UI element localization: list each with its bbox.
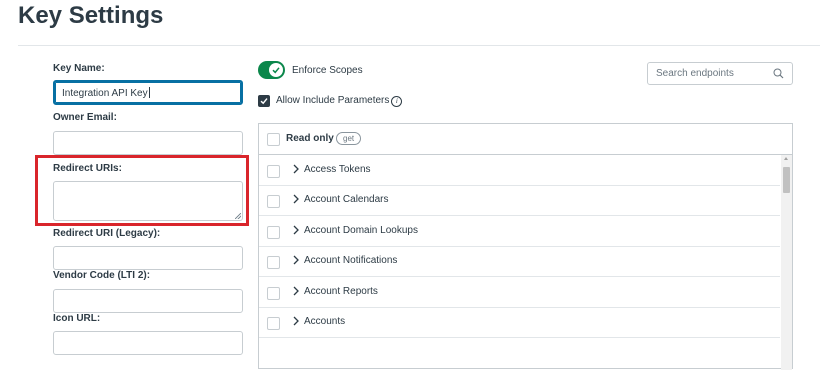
scope-checkbox[interactable]	[267, 256, 280, 269]
chevron-right-icon[interactable]	[293, 255, 299, 265]
chevron-right-icon[interactable]	[293, 316, 299, 326]
scope-panel: Read only get Access Tokens Account Cale…	[258, 123, 793, 370]
scope-row-access-tokens[interactable]: Access Tokens	[259, 155, 780, 186]
chevron-right-icon[interactable]	[293, 164, 299, 174]
icon-url-input[interactable]	[53, 331, 243, 355]
redirect-uri-legacy-input[interactable]	[53, 246, 243, 270]
scope-label: Account Reports	[304, 286, 378, 297]
page-title: Key Settings	[18, 2, 164, 29]
read-only-row: Read only get	[259, 124, 792, 155]
info-icon[interactable]: i	[391, 96, 403, 107]
scope-list-scrollbar[interactable]	[781, 155, 792, 370]
scope-row-account-reports[interactable]: Account Reports	[259, 277, 780, 308]
scope-checkbox[interactable]	[267, 287, 280, 300]
checkmark-icon	[272, 67, 280, 74]
redirect-uri-legacy-label: Redirect URI (Legacy):	[53, 228, 161, 239]
scope-label: Accounts	[304, 316, 346, 327]
allow-include-text: Allow Include Parameters	[276, 95, 390, 106]
vendor-code-label: Vendor Code (LTI 2):	[53, 270, 151, 281]
checkmark-icon	[260, 98, 268, 105]
scope-checkbox[interactable]	[267, 165, 280, 178]
scope-row-account-notifications[interactable]: Account Notifications	[259, 246, 780, 277]
scope-row-accounts[interactable]: Accounts	[259, 307, 780, 338]
scope-label: Account Notifications	[304, 255, 398, 266]
owner-email-label: Owner Email:	[53, 112, 117, 123]
scope-checkbox[interactable]	[267, 317, 280, 330]
toggle-knob	[269, 63, 283, 77]
vendor-code-input[interactable]	[53, 289, 243, 313]
scope-checkbox[interactable]	[267, 226, 280, 239]
icon-url-label: Icon URL:	[53, 313, 101, 324]
scope-list: Access Tokens Account Calendars Account …	[259, 155, 780, 370]
scope-label: Account Domain Lookups	[304, 225, 418, 236]
owner-email-input[interactable]	[53, 131, 243, 155]
scope-label: Access Tokens	[304, 164, 371, 175]
scope-checkbox[interactable]	[267, 195, 280, 208]
search-icon[interactable]	[773, 68, 784, 79]
search-endpoints-input[interactable]: Search endpoints	[647, 62, 793, 85]
chevron-right-icon[interactable]	[293, 225, 299, 235]
chevron-right-icon[interactable]	[293, 194, 299, 204]
read-only-checkbox[interactable]	[267, 133, 280, 146]
scrollbar-thumb[interactable]	[783, 167, 790, 193]
key-name-input[interactable]: Integration API Key	[53, 80, 243, 105]
enforce-scopes-label: Enforce Scopes	[292, 65, 363, 76]
scope-row-account-calendars[interactable]: Account Calendars	[259, 185, 780, 216]
allow-include-checkbox[interactable]	[258, 95, 270, 107]
key-name-label: Key Name:	[53, 63, 105, 74]
key-name-value: Integration API Key	[62, 87, 150, 99]
read-only-label: Read only	[286, 133, 334, 144]
enforce-scopes-toggle[interactable]	[258, 61, 285, 79]
scope-label: Account Calendars	[304, 194, 389, 205]
scroll-up-arrow-icon[interactable]	[784, 157, 788, 160]
annotation-highlight-box	[35, 155, 249, 226]
scope-row-account-domain-lookups[interactable]: Account Domain Lookups	[259, 216, 780, 247]
search-placeholder: Search endpoints	[656, 68, 734, 79]
title-divider	[18, 45, 820, 46]
get-pill-badge: get	[336, 132, 362, 145]
chevron-right-icon[interactable]	[293, 286, 299, 296]
allow-include-label: Allow Include Parameters i	[276, 95, 403, 107]
